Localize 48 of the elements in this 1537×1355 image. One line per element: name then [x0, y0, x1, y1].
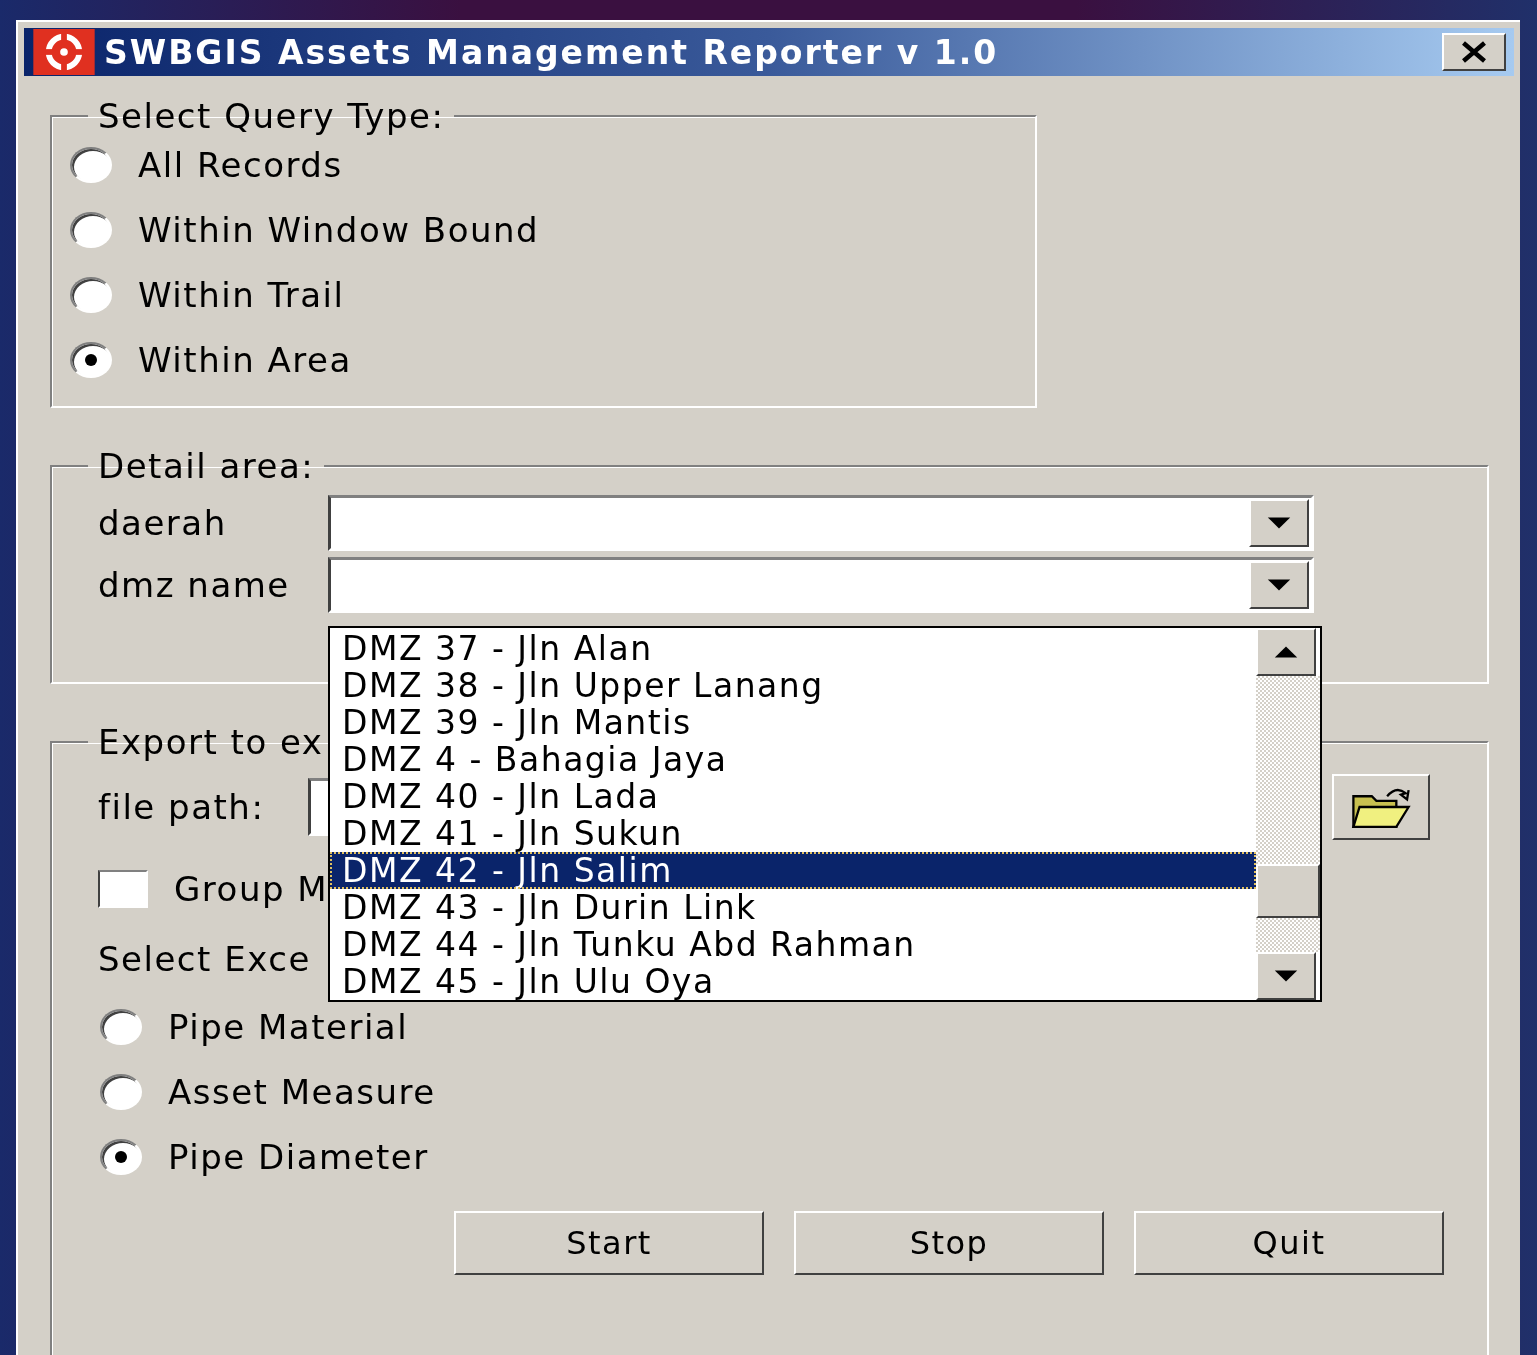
push-button[interactable]: Start — [454, 1211, 764, 1275]
checkbox-label: Group M — [174, 869, 329, 909]
radio-button[interactable] — [70, 211, 112, 248]
dropdown-field[interactable] — [328, 495, 1314, 551]
window-title: SWBGIS Assets Management Reporter v 1.0 — [104, 32, 1000, 72]
list-item[interactable]: DMZ 42 - Jln Salim — [330, 852, 1256, 889]
radio-label: Within Trail — [138, 274, 345, 315]
radio-button[interactable] — [70, 146, 112, 183]
radio-label: Pipe Material — [168, 1006, 409, 1047]
radio-label: All Records — [138, 144, 343, 185]
list-item[interactable]: DMZ 39 - Jln Mantis — [330, 704, 1256, 741]
dropdown-button[interactable] — [1249, 561, 1309, 609]
browse-button[interactable] — [1332, 774, 1430, 840]
list-item[interactable]: DMZ 43 - Jln Durin Link — [330, 889, 1256, 926]
target-icon — [32, 29, 96, 75]
field-label: daerah — [97, 503, 228, 543]
dropdown-field[interactable] — [328, 557, 1314, 613]
group-label: Select Query Type: — [97, 96, 446, 136]
radio-label: Asset Measure — [168, 1071, 436, 1112]
dropdown-button[interactable] — [1249, 499, 1309, 547]
scroll-down-button[interactable] — [1256, 952, 1316, 1000]
section-label: Select Exce — [98, 939, 311, 979]
list-item[interactable]: DMZ 38 - Jln Upper Lanang — [330, 667, 1256, 704]
scroll-up-button[interactable] — [1256, 628, 1316, 676]
list-item[interactable]: DMZ 45 - Jln Ulu Oya — [330, 963, 1256, 1000]
scroll-thumb[interactable] — [1256, 864, 1320, 918]
close-button[interactable] — [1442, 33, 1506, 71]
group-label: Detail area: — [97, 446, 316, 486]
list-item[interactable]: DMZ 40 - Jln Lada — [330, 778, 1256, 815]
scroll-bar[interactable] — [1256, 628, 1320, 1000]
push-button[interactable]: Stop — [794, 1211, 1104, 1275]
list-item[interactable]: DMZ 37 - Jln Alan — [330, 630, 1256, 667]
push-button[interactable]: Quit — [1134, 1211, 1444, 1275]
radio-button[interactable] — [100, 1138, 142, 1175]
radio-button[interactable] — [70, 341, 112, 378]
list-item[interactable]: DMZ 4 - Bahagia Jaya — [330, 741, 1256, 778]
radio-button[interactable] — [70, 276, 112, 313]
list-item[interactable]: DMZ 44 - Jln Tunku Abd Rahman — [330, 926, 1256, 963]
radio-button[interactable] — [100, 1008, 142, 1045]
radio-label: Within Window Bound — [138, 209, 540, 250]
radio-label: Pipe Diameter — [168, 1136, 429, 1177]
radio-label: Within Area — [138, 339, 352, 380]
field-label: dmz name — [97, 565, 291, 605]
radio-button[interactable] — [100, 1073, 142, 1110]
group-label: Export to ex — [97, 722, 325, 762]
list-item[interactable]: DMZ 41 - Jln Sukun — [330, 815, 1256, 852]
field-label: file path: — [97, 787, 266, 827]
checkbox[interactable] — [98, 870, 148, 908]
